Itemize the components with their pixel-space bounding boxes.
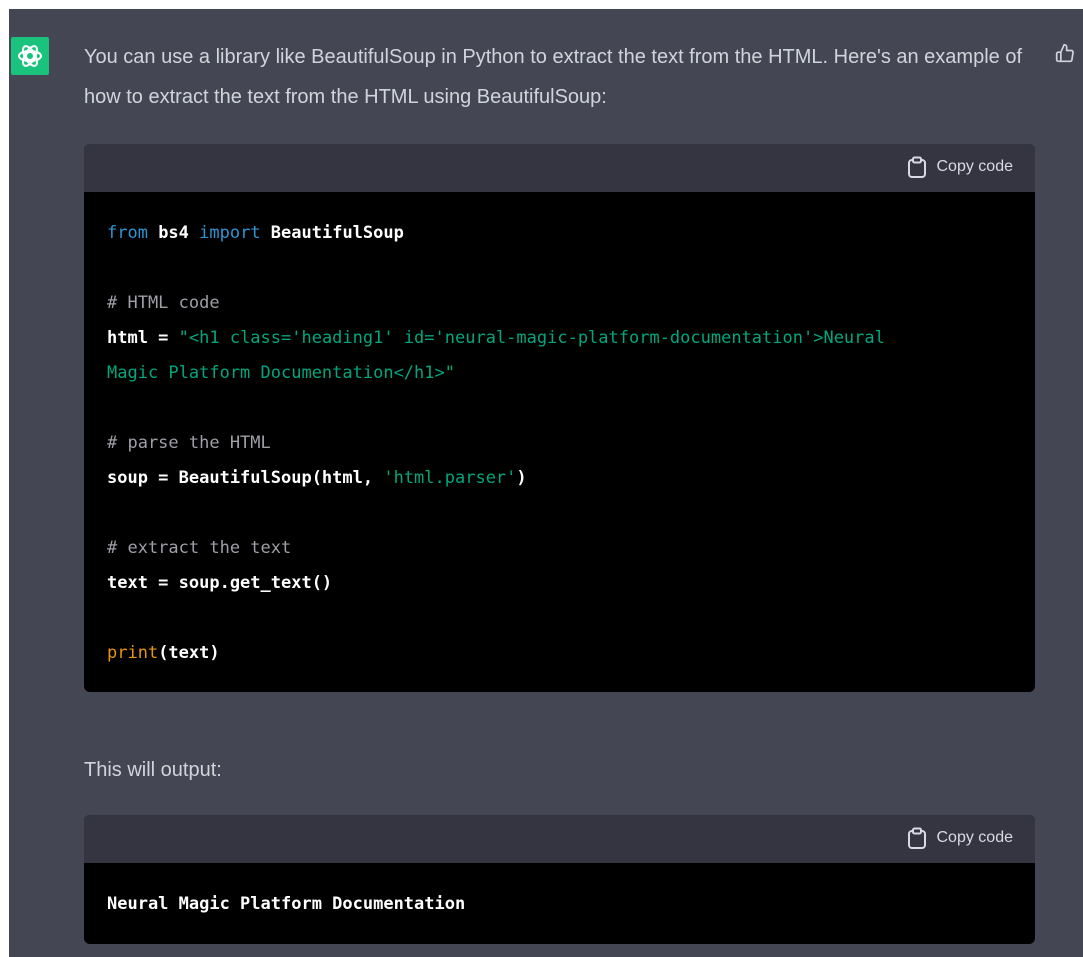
- code-token: # extract the text: [107, 538, 292, 558]
- code-block-output: Copy code Neural Magic Platform Document…: [84, 815, 1035, 944]
- clipboard-icon: [907, 827, 926, 849]
- code-line: # extract the text: [107, 531, 1012, 566]
- copy-code-label: Copy code: [936, 158, 1014, 175]
- clipboard-icon: [907, 156, 926, 178]
- assistant-avatar: [11, 37, 49, 75]
- copy-code-button[interactable]: Copy code: [907, 827, 1014, 849]
- code-token: # HTML code: [107, 293, 220, 313]
- code-token: # parse the HTML: [107, 433, 271, 453]
- code-token: from: [107, 223, 148, 243]
- code-token: import: [199, 223, 261, 243]
- copy-code-label: Copy code: [936, 829, 1014, 846]
- code-line: Neural Magic Platform Documentation: [107, 887, 1012, 922]
- message-intro-text: You can use a library like BeautifulSoup…: [84, 46, 1023, 108]
- code-line: soup = BeautifulSoup(html, 'html.parser'…: [107, 461, 1012, 496]
- code-block-python: Copy code from bs4 import BeautifulSoup …: [84, 144, 1035, 692]
- thumbs-up-button[interactable]: [1052, 40, 1078, 66]
- thumbs-up-icon: [1055, 43, 1074, 63]
- code-block-header: Copy code: [84, 144, 1035, 192]
- code-content: Neural Magic Platform Documentation: [84, 863, 1035, 922]
- copy-code-button[interactable]: Copy code: [907, 156, 1014, 178]
- code-line: # parse the HTML: [107, 426, 1012, 461]
- code-token: BeautifulSoup: [260, 223, 404, 243]
- code-token: html =: [107, 328, 179, 348]
- assistant-message: You can use a library like BeautifulSoup…: [9, 9, 1083, 957]
- code-line: print(text): [107, 636, 1012, 671]
- code-token: "<h1 class='heading1' id='neural-magic-p…: [178, 328, 885, 348]
- code-token: print: [107, 643, 159, 663]
- code-block-header: Copy code: [84, 815, 1035, 863]
- code-token: text = soup.get_text(): [107, 573, 333, 593]
- code-token: Neural Magic Platform Documentation: [107, 894, 466, 914]
- code-line: # HTML code: [107, 286, 1012, 321]
- code-token: (text): [158, 643, 220, 663]
- code-token: bs4: [147, 223, 200, 243]
- code-content: from bs4 import BeautifulSoup # HTML cod…: [84, 192, 1035, 671]
- code-token: ): [516, 468, 527, 488]
- openai-logo-icon: [18, 45, 42, 67]
- code-token: Magic Platform Documentation</h1>": [107, 363, 455, 383]
- code-line: from bs4 import BeautifulSoup: [107, 216, 1012, 251]
- code-token: soup = BeautifulSoup(html,: [107, 468, 384, 488]
- code-token: 'html.parser': [383, 468, 517, 488]
- output-intro-text: This will output:: [84, 759, 222, 781]
- code-line: html = "<h1 class='heading1' id='neural-…: [107, 321, 1012, 356]
- code-line: text = soup.get_text(): [107, 566, 1012, 601]
- code-line: Magic Platform Documentation</h1>": [107, 356, 1012, 391]
